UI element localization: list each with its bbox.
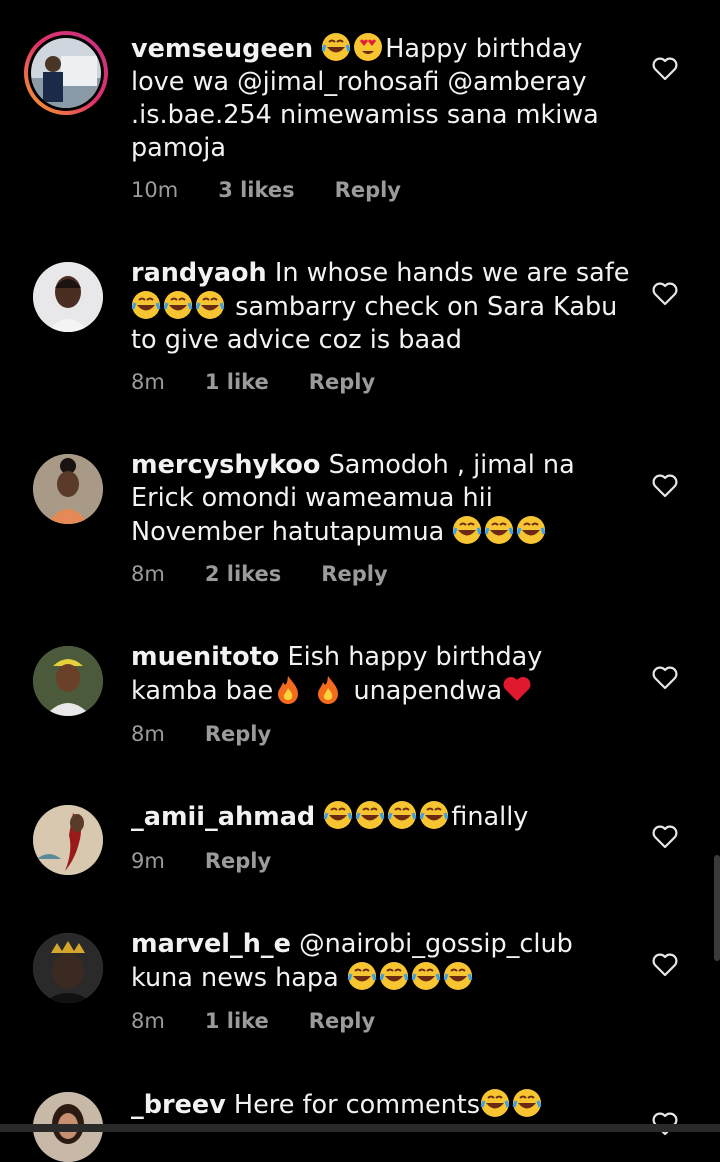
heart-outline-icon[interactable] [652, 825, 678, 849]
comment-text: _breev Here for comments [131, 1088, 631, 1122]
laughing-emoji-icon [355, 800, 385, 830]
timestamp: 9m [131, 849, 165, 873]
fire-emoji-icon [273, 674, 303, 704]
laughing-emoji-icon [452, 515, 482, 545]
comment-text: _amii_ahmad finally [131, 800, 631, 834]
laughing-emoji-icon [411, 961, 441, 991]
comment-meta: 10m 3 likes Reply [131, 178, 401, 202]
comment-meta: 8m 2 likes Reply [131, 562, 388, 586]
laughing-emoji-icon [443, 961, 473, 991]
avatar[interactable] [24, 31, 108, 115]
avatar[interactable] [33, 933, 103, 1003]
comment-text: vemseugeen Happy birthday love wa @jimal… [131, 32, 631, 165]
bottom-bar [0, 1124, 720, 1132]
laughing-emoji-icon [163, 290, 193, 320]
avatar[interactable] [33, 262, 103, 332]
username[interactable]: _breev [131, 1090, 226, 1120]
laughing-emoji-icon [512, 1088, 542, 1118]
avatar[interactable] [33, 646, 103, 716]
laughing-emoji-icon [379, 961, 409, 991]
reply-button[interactable]: Reply [321, 562, 387, 586]
comment-body: In whose hands we are safe [274, 258, 630, 288]
username[interactable]: muenitoto [131, 642, 279, 672]
laughing-emoji-icon [480, 1088, 510, 1118]
fire-emoji-icon [313, 674, 343, 704]
comment-text: marvel_h_e @nairobi_gossip_club kuna new… [131, 928, 631, 995]
comment-text: randyaoh In whose hands we are safe samb… [131, 257, 631, 357]
laughing-emoji-icon [321, 32, 351, 62]
comment-meta: 8m 1 like Reply [131, 1009, 375, 1033]
timestamp: 10m [131, 178, 179, 202]
laughing-emoji-icon [387, 800, 417, 830]
avatar[interactable] [33, 454, 103, 524]
avatar[interactable] [33, 805, 103, 875]
reply-button[interactable]: Reply [335, 178, 401, 202]
reply-button[interactable]: Reply [205, 722, 271, 746]
comment-text: mercyshykoo Samodoh , jimal na Erick omo… [131, 449, 631, 549]
heart-outline-icon[interactable] [652, 953, 678, 977]
laughing-emoji-icon [195, 290, 225, 320]
comment-meta: 8m 1 like Reply [131, 370, 375, 394]
heart-outline-icon[interactable] [652, 474, 678, 498]
laughing-emoji-icon [323, 800, 353, 830]
heart-outline-icon[interactable] [652, 57, 678, 81]
timestamp: 8m [131, 562, 165, 586]
reply-button[interactable]: Reply [309, 1009, 375, 1033]
red-heart-emoji-icon [502, 674, 532, 704]
reply-button[interactable]: Reply [205, 849, 271, 873]
comment-body: finally [451, 802, 529, 832]
heart-outline-icon[interactable] [652, 666, 678, 690]
comment-body-continued: unapendwa [353, 676, 503, 706]
comment-meta: 8m Reply [131, 722, 271, 746]
likes-count[interactable]: 1 like [205, 1009, 269, 1033]
laughing-emoji-icon [484, 515, 514, 545]
timestamp: 8m [131, 722, 165, 746]
reply-button[interactable]: Reply [309, 370, 375, 394]
username[interactable]: mercyshykoo [131, 450, 320, 480]
likes-count[interactable]: 1 like [205, 370, 269, 394]
scrollbar[interactable] [714, 855, 720, 961]
username[interactable]: marvel_h_e [131, 929, 291, 959]
likes-count[interactable]: 2 likes [205, 562, 281, 586]
timestamp: 8m [131, 370, 165, 394]
username[interactable]: randyaoh [131, 258, 267, 288]
timestamp: 8m [131, 1009, 165, 1033]
likes-count[interactable]: 3 likes [218, 178, 294, 202]
laughing-emoji-icon [131, 290, 161, 320]
comment-meta: 9m Reply [131, 849, 271, 873]
comment-body: Here for comments [233, 1090, 481, 1120]
heart-outline-icon[interactable] [652, 282, 678, 306]
laughing-emoji-icon [419, 800, 449, 830]
comment-text: muenitoto Eish happy birthday kamba bae … [131, 641, 631, 708]
heart-eyes-emoji-icon [353, 32, 383, 62]
username[interactable]: vemseugeen [131, 34, 313, 64]
laughing-emoji-icon [347, 961, 377, 991]
laughing-emoji-icon [516, 515, 546, 545]
username[interactable]: _amii_ahmad [131, 802, 315, 832]
